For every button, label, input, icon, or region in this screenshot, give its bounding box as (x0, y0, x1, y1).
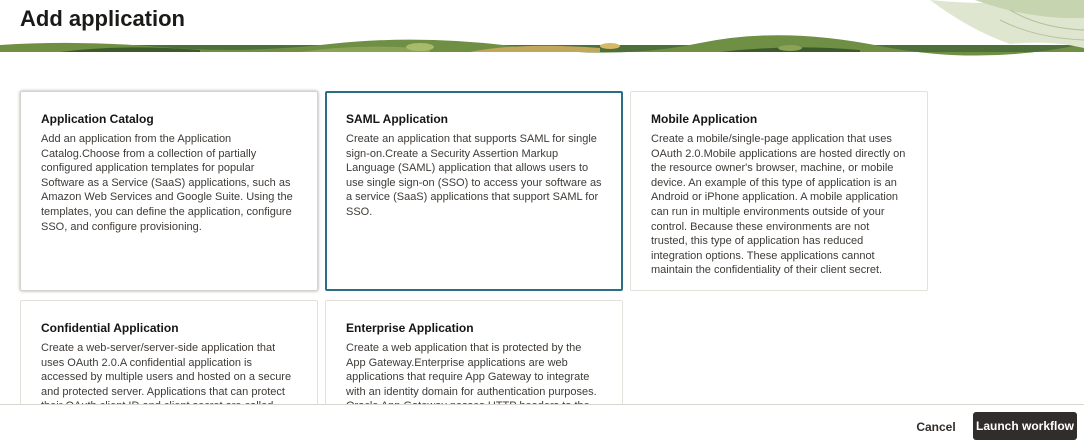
card-title: Mobile Application (651, 112, 758, 126)
dialog-title: Add application (20, 6, 185, 31)
card-description: Create an application that supports SAML… (346, 133, 602, 218)
card-title: Confidential Application (41, 321, 179, 335)
launch-workflow-button[interactable]: Launch workflow (973, 412, 1077, 440)
card-description: Create a web application that is protect… (346, 342, 597, 409)
card-mobile-application[interactable]: Mobile Application Create a mobile/singl… (630, 91, 928, 291)
card-application-catalog[interactable]: Application Catalog Add an application f… (20, 91, 318, 291)
card-title: Enterprise Application (346, 321, 474, 335)
card-description: Create a mobile/single-page application … (651, 133, 906, 277)
card-enterprise-application[interactable]: Enterprise Application Create a web appl… (325, 300, 623, 410)
card-description: Create a web-server/server-side applicat… (41, 342, 292, 409)
cancel-button[interactable]: Cancel (908, 415, 964, 439)
card-confidential-application[interactable]: Confidential Application Create a web-se… (20, 300, 318, 410)
card-title: Application Catalog (41, 112, 154, 126)
card-saml-application[interactable]: SAML Application Create an application t… (325, 91, 623, 291)
dialog-header: Add application (0, 0, 1084, 58)
card-description: Add an application from the Application … (41, 133, 293, 233)
card-title: SAML Application (346, 112, 448, 126)
dialog-footer: Cancel Launch workflow (0, 404, 1084, 441)
